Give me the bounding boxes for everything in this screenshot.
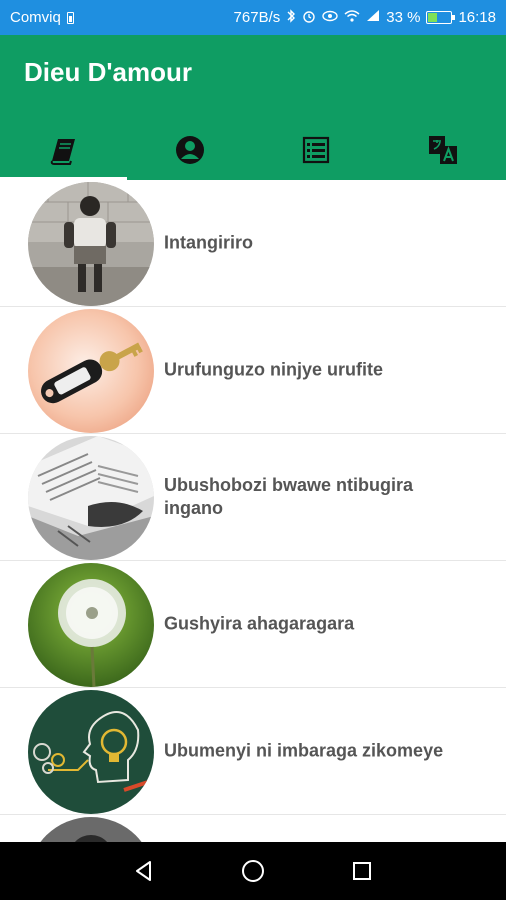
app-bar: Dieu D'amour xyxy=(0,35,506,180)
chapter-list: Intangiriro Urufunguzo ninjye urufite Ub… xyxy=(0,180,506,842)
home-button[interactable] xyxy=(233,851,273,891)
app-title: Dieu D'amour xyxy=(24,57,192,87)
lightbulb-chalkboard xyxy=(28,690,154,814)
back-button[interactable] xyxy=(124,851,164,891)
eye-icon xyxy=(322,9,338,26)
item-title: Ubumenyi ni imbaraga zikomeye xyxy=(164,740,444,761)
battery-icon xyxy=(426,11,456,24)
child-photo xyxy=(28,182,154,306)
translate-icon xyxy=(428,135,457,164)
book-icon xyxy=(51,138,76,165)
recents-icon xyxy=(352,862,371,880)
list-icon xyxy=(303,136,330,163)
dandelion-photo xyxy=(28,563,154,687)
carrier-name: Comviq xyxy=(10,9,61,26)
person-photo xyxy=(28,817,154,842)
bluetooth-icon xyxy=(286,8,296,27)
tab-list[interactable] xyxy=(253,119,380,180)
list-item[interactable]: Urufunguzo ninjye urufite xyxy=(0,307,506,434)
battery-percent: 33 % xyxy=(386,9,421,26)
newspaper-photo xyxy=(28,436,154,560)
item-title: Gushyira ahagaragara xyxy=(164,613,355,634)
list-item[interactable]: Ubumenyi ni imbaraga zikomeye xyxy=(0,688,506,815)
tab-bar xyxy=(0,119,506,180)
tab-account[interactable] xyxy=(127,119,254,180)
home-icon xyxy=(241,860,264,882)
item-title: Ubushobozi bwawe ntibugira ingano xyxy=(164,475,413,518)
sim-icon xyxy=(66,11,74,24)
item-title: Urufunguzo ninjye urufite xyxy=(164,359,383,380)
alarm-icon xyxy=(302,9,316,27)
wifi-icon xyxy=(344,9,360,26)
account-icon xyxy=(175,135,204,164)
system-nav-bar xyxy=(0,842,506,900)
signal-icon xyxy=(366,9,380,26)
item-title: Intangiriro xyxy=(164,232,253,253)
status-bar: Comviq 767B/s 33 % 16:18 xyxy=(0,0,506,35)
tab-book[interactable] xyxy=(0,119,127,180)
list-item[interactable]: Ubushobozi bwawe ntibugira ingano xyxy=(0,434,506,561)
list-item[interactable] xyxy=(0,815,506,842)
list-item[interactable]: Gushyira ahagaragara xyxy=(0,561,506,688)
key-photo xyxy=(28,309,154,433)
recents-button[interactable] xyxy=(342,851,382,891)
net-speed: 767B/s xyxy=(233,9,281,26)
back-icon xyxy=(136,861,152,881)
clock: 16:18 xyxy=(458,9,496,26)
list-item[interactable]: Intangiriro xyxy=(0,180,506,307)
tab-translate[interactable] xyxy=(380,119,506,180)
